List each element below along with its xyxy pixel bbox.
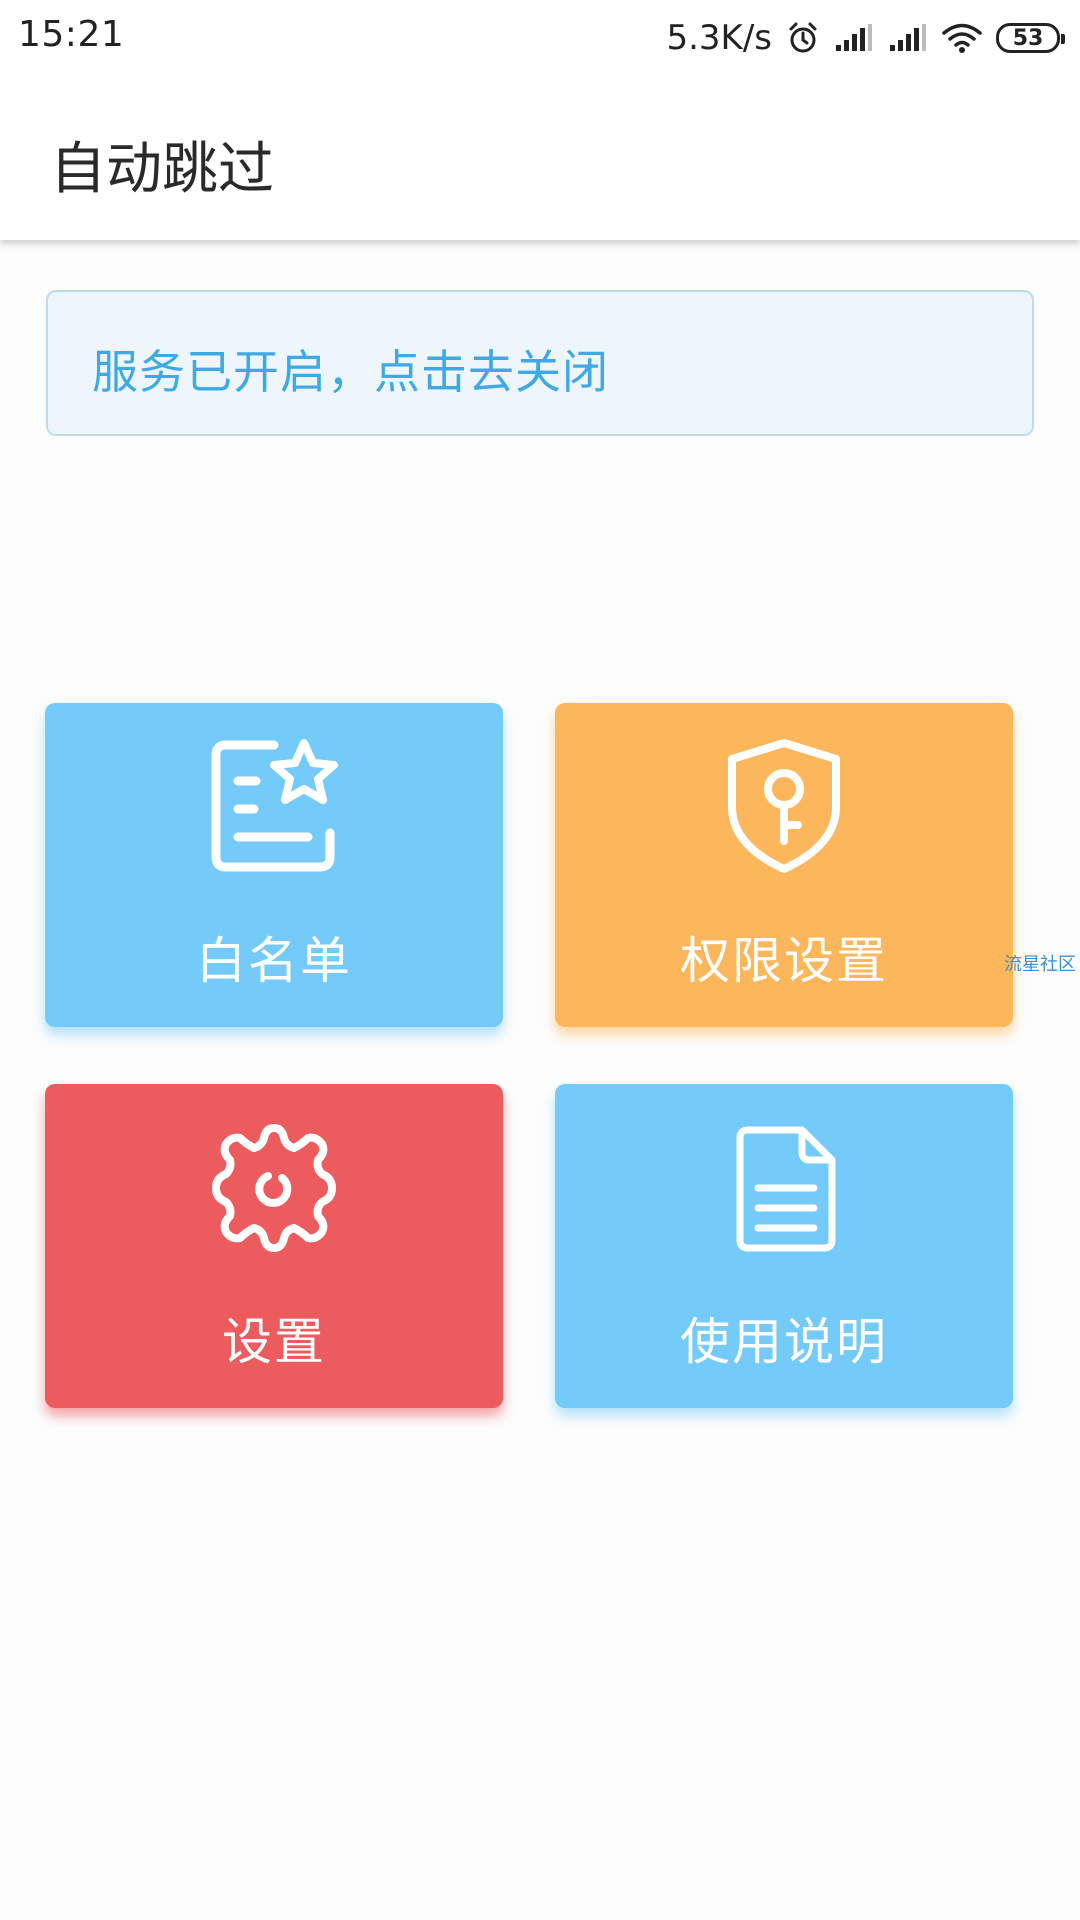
settings-label: 设置	[222, 1313, 326, 1371]
wifi-icon	[942, 22, 982, 54]
signal-icon	[888, 23, 928, 53]
shield-key-icon	[714, 737, 854, 877]
net-speed: 5.3K/s	[666, 18, 772, 58]
permissions-label: 权限设置	[680, 932, 888, 990]
status-time: 15:21	[18, 14, 125, 55]
signal-icon	[834, 23, 874, 53]
battery-icon: 53	[996, 23, 1065, 53]
service-toggle-banner[interactable]: 服务已开启，点击去关闭	[46, 290, 1034, 436]
manual-tile[interactable]: 使用说明	[555, 1084, 1013, 1408]
watermark: 流星社区	[1004, 954, 1076, 975]
gear-icon	[204, 1118, 344, 1258]
alarm-icon	[786, 21, 820, 55]
document-icon	[714, 1118, 854, 1258]
whitelist-label: 白名单	[196, 932, 352, 990]
service-status-text: 服务已开启，点击去关闭	[92, 345, 609, 399]
status-bar: 15:21 5.3K/s 53	[0, 0, 1080, 76]
status-icons: 5.3K/s 53	[666, 14, 1065, 62]
settings-tile[interactable]: 设置	[45, 1084, 503, 1408]
app-bar: 自动跳过	[0, 76, 1080, 240]
manual-label: 使用说明	[680, 1313, 888, 1371]
app-screen: 15:21 5.3K/s 53 自动跳过 服务已开启，点击去关闭 白名单 权限设…	[0, 0, 1080, 1920]
whitelist-icon	[204, 737, 344, 877]
permissions-tile[interactable]: 权限设置	[555, 703, 1013, 1027]
page-title: 自动跳过	[50, 137, 274, 202]
whitelist-tile[interactable]: 白名单	[45, 703, 503, 1027]
